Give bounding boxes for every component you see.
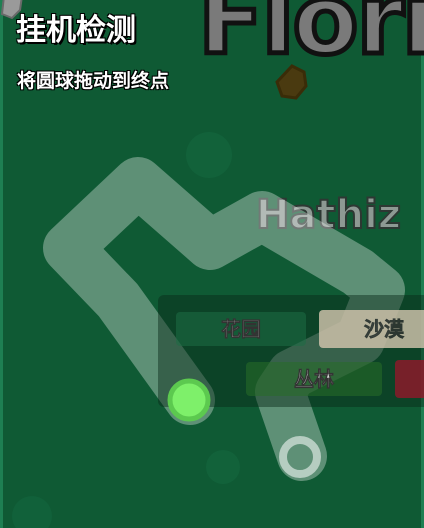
game-viewport: Florr Hathiz 花园 沙漠 丛林 挂机检测 将圆球拖动到终点 — [0, 0, 424, 528]
captcha-instruction: 将圆球拖动到终点 — [17, 70, 170, 92]
captcha-title: 挂机检测 — [16, 13, 136, 48]
captcha-goal-ring-icon — [279, 436, 321, 478]
captcha-drag-ball[interactable] — [167, 378, 211, 422]
